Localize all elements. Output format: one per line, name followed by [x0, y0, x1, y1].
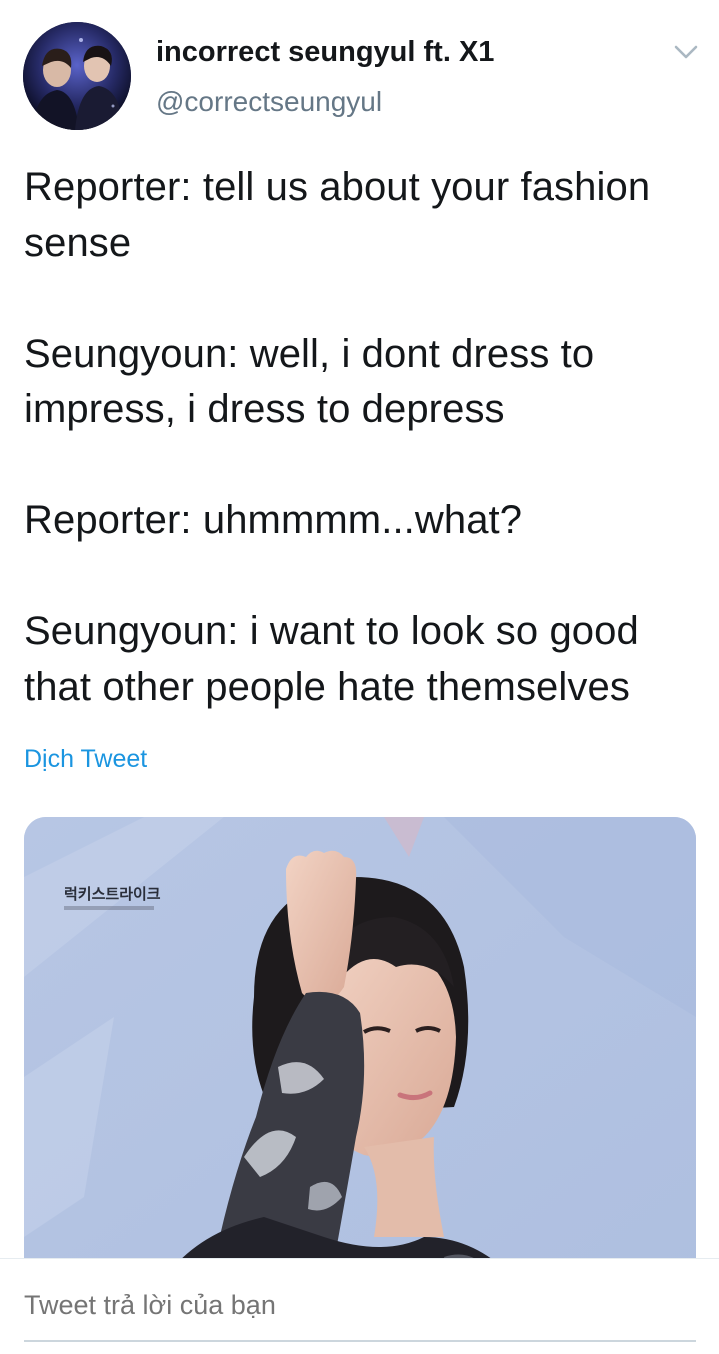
user-handle[interactable]: @correctseungyul [156, 86, 382, 118]
translate-tweet-link[interactable]: Dịch Tweet [24, 745, 147, 774]
avatar[interactable] [23, 22, 131, 130]
display-name[interactable]: incorrect seungyul ft. X1 [156, 36, 494, 69]
tweet-text: Reporter: tell us about your fashion sen… [24, 165, 651, 709]
media-watermark: 럭키스트라이크 [64, 886, 161, 903]
tweet-card: incorrect seungyul ft. X1 @correctseungy… [0, 0, 719, 1354]
reply-input[interactable] [24, 1290, 696, 1321]
reply-input-underline [24, 1340, 696, 1342]
watermark-subline [64, 906, 154, 910]
chevron-down-icon[interactable] [672, 40, 700, 64]
